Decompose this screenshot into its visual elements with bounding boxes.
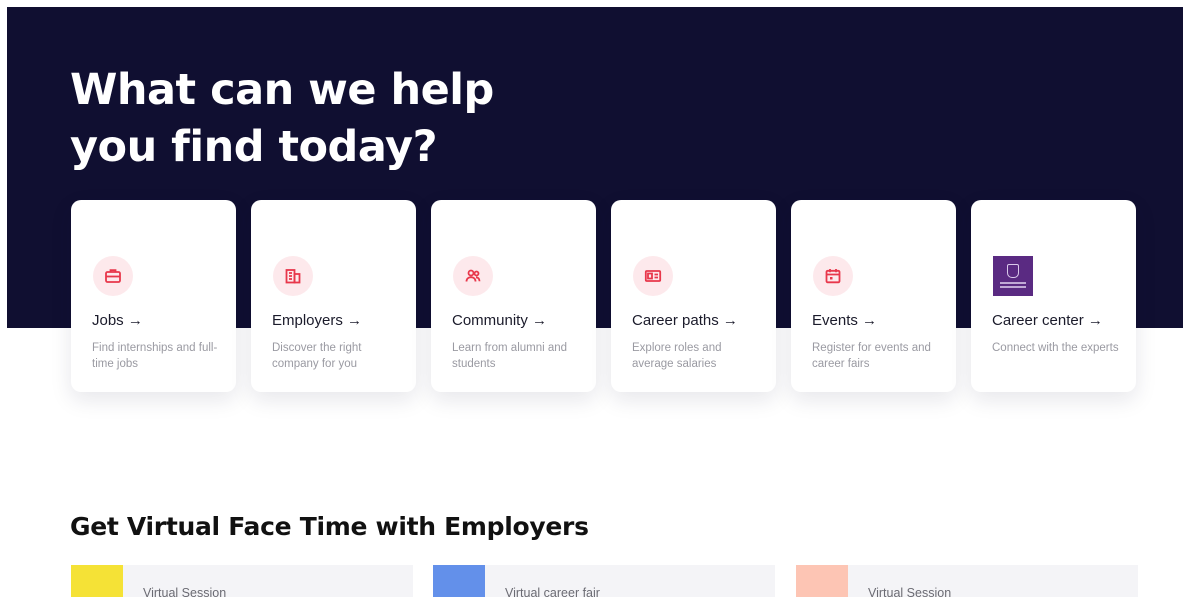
community-card[interactable]: Community → Learn from alumni and studen… (431, 200, 596, 392)
session-tag: Virtual Session (143, 586, 227, 597)
page-title-line-1: What can we help (70, 65, 494, 115)
career-center-card-title: Career center → (992, 312, 1103, 329)
page-title-line-2: you find today? (70, 122, 438, 172)
session-color-swatch (796, 565, 848, 597)
id-card-icon (633, 256, 673, 296)
career-paths-card[interactable]: Career paths → Explore roles and average… (611, 200, 776, 392)
session-card[interactable]: Virtual Session (71, 565, 413, 597)
school-logo (993, 256, 1033, 296)
building-icon (273, 256, 313, 296)
section-title: Get Virtual Face Time with Employers (70, 512, 589, 541)
employers-card-description: Discover the right company for you (272, 342, 362, 370)
events-card-description: Register for events and career fairs (812, 342, 931, 370)
calendar-icon (813, 256, 853, 296)
briefcase-icon (93, 256, 133, 296)
community-card-title: Community → (452, 312, 548, 329)
people-icon (453, 256, 493, 296)
career-paths-card-description: Explore roles and average salaries (632, 342, 722, 370)
events-card-title: Events → (812, 312, 878, 329)
session-color-swatch (433, 565, 485, 597)
career-center-card-description: Connect with the experts (992, 342, 1119, 354)
employers-card-title: Employers → (272, 312, 363, 329)
jobs-card-description: Find internships and full-time jobs (92, 342, 218, 370)
jobs-card-title: Jobs → (92, 312, 143, 329)
session-tag: Virtual Session (868, 586, 952, 597)
career-center-card[interactable]: Career center → Connect with the experts (971, 200, 1136, 392)
events-card[interactable]: Events → Register for events and career … (791, 200, 956, 392)
career-paths-card-title: Career paths → (632, 312, 738, 329)
page-title: What can we help you find today? (70, 62, 630, 176)
community-card-description: Learn from alumni and students (452, 342, 568, 370)
employers-card[interactable]: Employers → Discover the right company f… (251, 200, 416, 392)
session-card[interactable]: Virtual Session (796, 565, 1138, 597)
session-card[interactable]: Virtual career fair (433, 565, 775, 597)
session-tag: Virtual career fair (505, 586, 600, 597)
session-color-swatch (71, 565, 123, 597)
jobs-card[interactable]: Jobs → Find internships and full-time jo… (71, 200, 236, 392)
